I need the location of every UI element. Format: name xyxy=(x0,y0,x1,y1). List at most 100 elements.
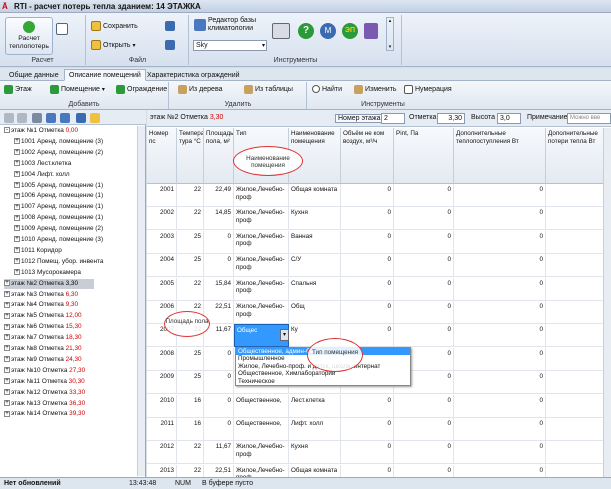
grid-cell[interactable]: Жилое,Лечебно-проф xyxy=(234,207,289,231)
tree-floor-node[interactable]: + этаж №13 Отметка 36,30 xyxy=(4,399,85,409)
tree-room-node[interactable]: +1013 Мусорокамера xyxy=(14,268,81,278)
grid-cell[interactable]: 2004 xyxy=(147,254,177,278)
arrow-up-icon[interactable] xyxy=(60,113,70,123)
tree-room-node[interactable]: +1004 Лифт. холл xyxy=(14,170,70,180)
grid-cell[interactable]: 0 xyxy=(546,230,611,254)
add-fence-button[interactable]: Ограждение xyxy=(116,85,167,94)
tree-floor-node[interactable]: - этаж №1 Отметка 0,00 xyxy=(4,126,78,136)
tab-fences[interactable]: Характеристика ограждений xyxy=(142,69,245,81)
grid-cell[interactable]: 15,84 xyxy=(204,277,234,301)
grid-scrollbar[interactable] xyxy=(603,128,611,477)
floor-number-input[interactable]: 2 xyxy=(381,113,405,124)
grid-cell[interactable]: 0 xyxy=(454,254,546,278)
grid-cell[interactable]: 22 xyxy=(177,441,204,465)
grid-cell[interactable]: 0 xyxy=(204,418,234,441)
expand-icon[interactable]: + xyxy=(14,203,20,210)
grid-cell[interactable]: 0 xyxy=(454,394,546,418)
tree-tool-2-icon[interactable] xyxy=(17,113,27,123)
grid-cell[interactable]: С/У xyxy=(289,254,341,278)
grid-cell[interactable]: 0 xyxy=(454,464,546,477)
expand-icon[interactable]: + xyxy=(4,290,10,297)
grid-cell[interactable]: 0 xyxy=(341,254,394,278)
grid-cell[interactable]: 0 xyxy=(341,230,394,254)
grid-cell[interactable]: Жилое,Лечебно-проф xyxy=(234,184,289,207)
grid-cell[interactable]: 22,49 xyxy=(204,184,234,207)
grid-cell[interactable]: 0 xyxy=(454,184,546,207)
grid-cell[interactable]: 0 xyxy=(394,301,454,324)
column-header[interactable]: Номер пс xyxy=(147,128,177,184)
grid-cell[interactable]: 0 xyxy=(394,441,454,465)
grid-cell[interactable]: 0 xyxy=(394,464,454,477)
grid-cell[interactable]: 2005 xyxy=(147,277,177,301)
tree-room-node[interactable]: +1006 Аренд. помещение (1) xyxy=(14,191,103,201)
grid-cell[interactable]: 25 xyxy=(177,254,204,278)
tree-floor-node[interactable]: + этаж №3 Отметка 6,30 xyxy=(4,290,78,300)
grid-cell[interactable]: 0 xyxy=(341,301,394,324)
expand-icon[interactable]: + xyxy=(14,258,20,265)
grid-cell[interactable]: 16 xyxy=(177,394,204,418)
grid-cell[interactable]: Общая комната xyxy=(289,464,341,477)
grid-cell[interactable]: 0 xyxy=(394,230,454,254)
grid-cell[interactable]: Кухня xyxy=(289,441,341,465)
grid-cell[interactable]: 0 xyxy=(454,207,546,231)
grid-cell[interactable]: 0 xyxy=(546,207,611,231)
calc-edit-button[interactable] xyxy=(56,23,68,35)
tree-room-node[interactable]: +1001 Аренд. помещение (3) xyxy=(14,137,103,147)
grid-cell[interactable]: 0 xyxy=(341,394,394,418)
expand-icon[interactable]: + xyxy=(14,149,20,156)
dropdown-option[interactable]: Общественное, Химлаборатории xyxy=(236,370,410,378)
open-button[interactable]: Открыть ▾ xyxy=(91,40,136,50)
grid-cell[interactable]: Жилое,Лечебно-проф xyxy=(234,301,289,324)
grid-cell[interactable]: 2008 xyxy=(147,347,177,371)
column-header[interactable]: Pint, Па xyxy=(394,128,454,184)
room-type-dropdown-button[interactable]: ▾ xyxy=(280,329,289,342)
grid-cell[interactable]: 0 xyxy=(341,277,394,301)
expand-icon[interactable]: + xyxy=(4,312,10,319)
expand-icon[interactable]: + xyxy=(14,192,20,199)
grid-cell[interactable]: 0 xyxy=(454,301,546,324)
print-button[interactable] xyxy=(272,23,290,39)
moisture-button[interactable]: M xyxy=(320,23,336,39)
exit-button[interactable] xyxy=(364,23,378,39)
grid-cell[interactable]: 22 xyxy=(177,277,204,301)
grid-cell[interactable]: 22,51 xyxy=(204,464,234,477)
tree-room-node[interactable]: +1011 Коридор xyxy=(14,246,62,256)
tree-floor-node[interactable]: + этаж №2 Отметка 3,30 xyxy=(4,278,94,289)
delete-from-table-button[interactable]: Из таблицы xyxy=(244,85,293,94)
tree-room-node[interactable]: +1010 Аренд. помещение (3) xyxy=(14,235,103,245)
expand-icon[interactable]: + xyxy=(4,323,10,330)
dropdown-option[interactable]: Техническое xyxy=(236,378,410,386)
tree-floor-node[interactable]: + этаж №9 Отметка 24,30 xyxy=(4,355,82,365)
column-header[interactable]: Темпера-тура °С xyxy=(177,128,204,184)
grid-cell[interactable]: 0 xyxy=(394,394,454,418)
grid-cell[interactable]: 0 xyxy=(546,277,611,301)
note-input[interactable]: Можно вве xyxy=(567,113,611,124)
column-header[interactable]: Площадь пола, м² xyxy=(204,128,234,184)
grid-cell[interactable]: 25 xyxy=(177,230,204,254)
expand-icon[interactable]: + xyxy=(14,160,20,166)
grid-cell[interactable]: 0 xyxy=(546,184,611,207)
grid-cell[interactable]: Жилое,Лечебно-проф xyxy=(234,441,289,465)
grid-cell[interactable]: Жилое,Лечебно-проф xyxy=(234,464,289,477)
grid-cell[interactable]: 0 xyxy=(454,277,546,301)
grid-cell[interactable]: 22 xyxy=(177,184,204,207)
grid-cell[interactable]: 0 xyxy=(204,254,234,278)
grid-cell[interactable]: Общая комната xyxy=(289,184,341,207)
tree-room-node[interactable]: +1009 Аренд. помещение (2) xyxy=(14,224,103,234)
grid-cell[interactable]: Лифт. холл xyxy=(289,418,341,441)
grid-cell[interactable]: 2001 xyxy=(147,184,177,207)
grid-cell[interactable]: 22 xyxy=(177,207,204,231)
tree-floor-node[interactable]: + этаж №14 Отметка 39,30 xyxy=(4,409,85,419)
grid-cell[interactable]: 2013 xyxy=(147,464,177,477)
delete-from-tree-button[interactable]: Из дерева xyxy=(178,85,222,94)
expand-icon[interactable]: + xyxy=(14,138,20,145)
grid-cell[interactable]: 2010 xyxy=(147,394,177,418)
tree-floor-node[interactable]: + этаж №4 Отметка 9,30 xyxy=(4,300,78,310)
expand-icon[interactable]: + xyxy=(4,399,10,406)
tree-room-node[interactable]: +1008 Аренд. помещение (1) xyxy=(14,213,103,223)
tree-room-node[interactable]: +1005 Аренд. помещение (1) xyxy=(14,181,103,191)
grid-cell[interactable]: 11,67 xyxy=(204,441,234,465)
expand-icon[interactable]: + xyxy=(4,367,10,374)
collapse-icon[interactable]: - xyxy=(4,127,10,134)
grid-cell[interactable]: 2012 xyxy=(147,441,177,465)
